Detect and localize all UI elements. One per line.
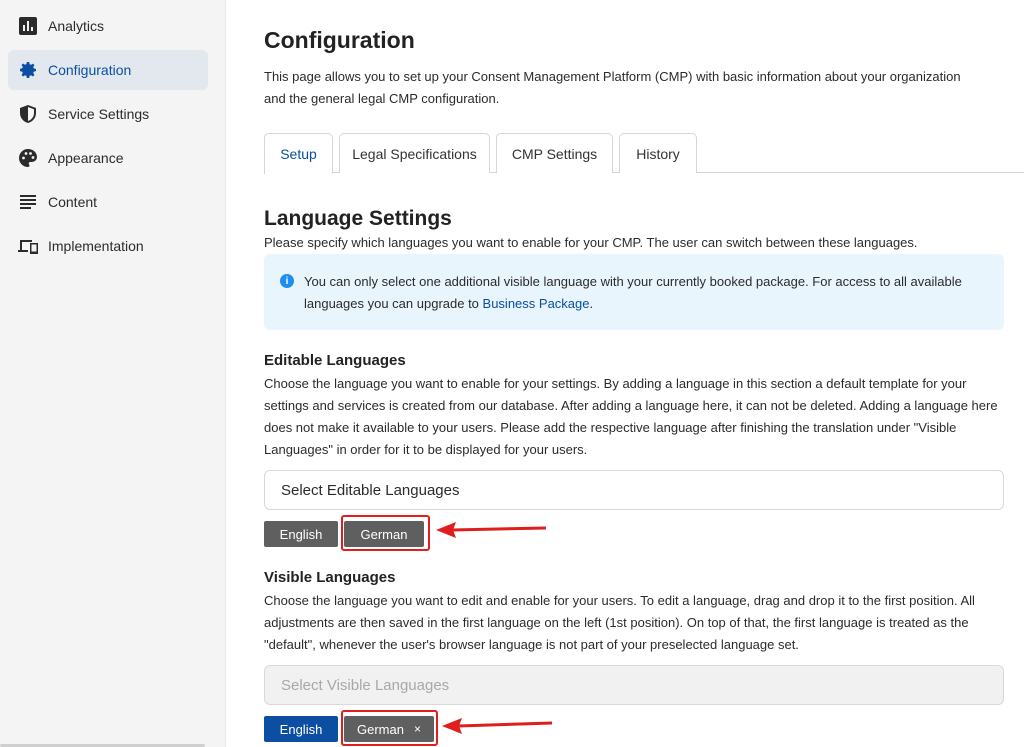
business-package-link[interactable]: Business Package	[483, 296, 590, 311]
editable-languages-description: Choose the language you want to enable f…	[264, 376, 998, 457]
sidebar-item-content[interactable]: Content	[8, 182, 208, 222]
sidebar-item-label: Analytics	[48, 18, 105, 34]
palette-icon	[18, 148, 38, 168]
annotation-highlight-box	[341, 515, 430, 551]
sidebar: Analytics Configuration Service Settings…	[0, 0, 226, 747]
tab-setup[interactable]: Setup	[264, 133, 333, 174]
sidebar-item-implementation[interactable]: Implementation	[8, 226, 208, 266]
editable-languages-select[interactable]: Select Editable Languages	[264, 470, 1004, 510]
language-settings-description: Please specify which languages you want …	[264, 235, 918, 250]
editable-chip-english[interactable]: English	[264, 521, 338, 547]
info-icon: i	[280, 274, 294, 288]
bar-chart-icon	[18, 16, 38, 36]
visible-languages-description: Choose the language you want to edit and…	[264, 593, 975, 652]
sidebar-item-service-settings[interactable]: Service Settings	[8, 94, 208, 134]
visible-chip-english[interactable]: English	[264, 716, 338, 742]
visible-languages-select[interactable]: Select Visible Languages	[264, 665, 1004, 705]
info-banner: i You can only select one additional vis…	[264, 254, 1004, 330]
sidebar-item-label: Service Settings	[48, 106, 150, 122]
tab-bar: Setup Legal Specifications CMP Settings …	[264, 133, 1024, 174]
sidebar-item-label: Content	[48, 194, 98, 210]
sidebar-item-configuration[interactable]: Configuration	[8, 50, 208, 90]
language-settings-title: Language Settings	[264, 207, 452, 230]
text-lines-icon	[18, 192, 38, 212]
info-text: You can only select one additional visib…	[304, 271, 984, 315]
devices-icon	[18, 236, 38, 256]
visible-languages-title: Visible Languages	[264, 569, 396, 586]
annotation-arrow	[442, 718, 553, 734]
sidebar-item-label: Implementation	[48, 238, 144, 254]
tab-history[interactable]: History	[619, 133, 697, 173]
annotation-highlight-box	[341, 710, 438, 746]
info-text-end: .	[589, 296, 594, 311]
sidebar-item-appearance[interactable]: Appearance	[8, 138, 208, 178]
editable-languages-title: Editable Languages	[264, 352, 406, 369]
shield-icon	[18, 104, 38, 124]
sidebar-item-analytics[interactable]: Analytics	[8, 6, 208, 46]
info-text-body: You can only select one additional visib…	[304, 274, 962, 311]
page-title: Configuration	[264, 27, 415, 53]
sidebar-item-label: Configuration	[48, 62, 132, 78]
sidebar-item-label: Appearance	[48, 150, 124, 166]
page-description: This page allows you to set up your Cons…	[264, 69, 961, 106]
tab-legal-specifications[interactable]: Legal Specifications	[339, 133, 490, 173]
annotation-arrow	[436, 522, 547, 538]
gear-icon	[18, 60, 38, 80]
tab-cmp-settings[interactable]: CMP Settings	[496, 133, 613, 173]
